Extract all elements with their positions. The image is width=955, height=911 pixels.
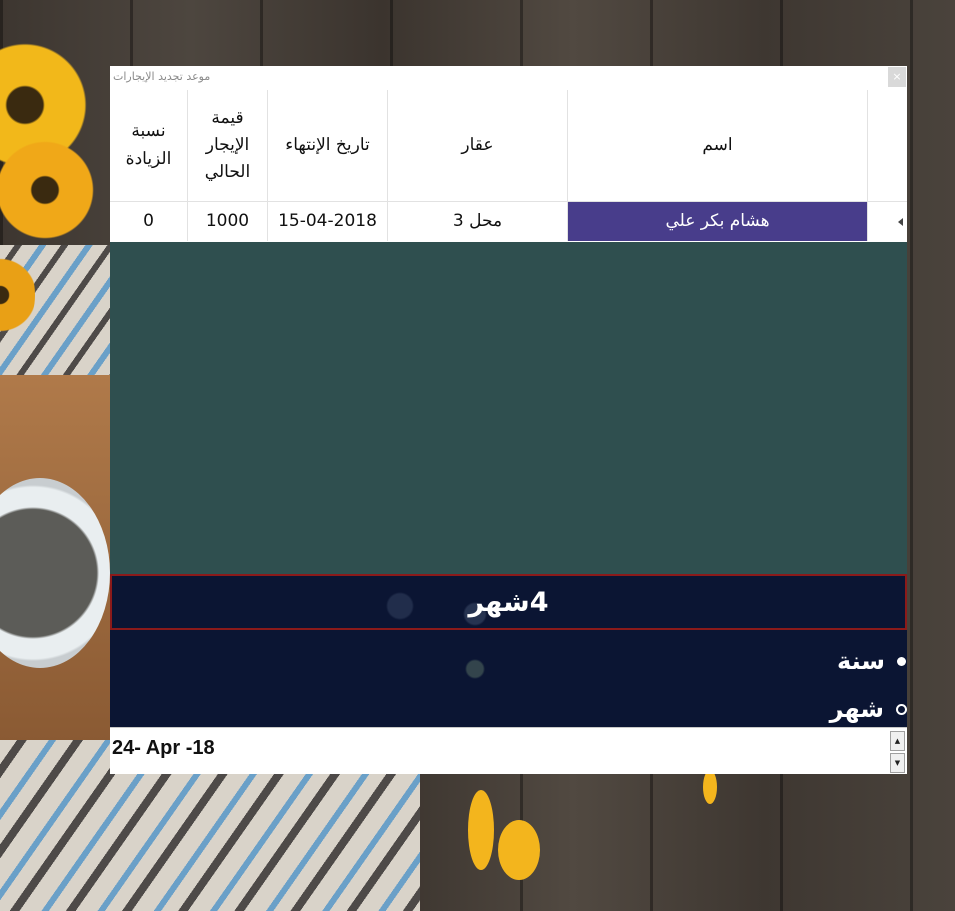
column-header-current-rent[interactable]: قيمة الإيجار الحالي xyxy=(188,90,268,202)
cell-current-rent[interactable]: 1000 xyxy=(188,202,268,241)
background-flower xyxy=(0,130,100,250)
date-value[interactable]: 24- Apr -18 xyxy=(112,737,215,760)
radio-unchecked-icon[interactable] xyxy=(896,703,907,715)
option-month[interactable]: شهر xyxy=(830,694,907,724)
column-header-property[interactable]: عقار xyxy=(388,90,568,202)
grid-empty-area xyxy=(110,242,907,574)
row-header-current[interactable] xyxy=(868,202,907,241)
period-unit: شهر xyxy=(468,586,530,618)
background-petal xyxy=(468,790,494,870)
column-header-increase-rate[interactable]: نسبة الزيادة xyxy=(110,90,188,202)
date-picker[interactable]: 24- Apr -18 ▲ ▼ xyxy=(110,727,907,774)
leases-grid: نسبة الزيادة قيمة الإيجار الحالي تاريخ ا… xyxy=(110,90,907,242)
column-header-name[interactable]: اسم xyxy=(568,90,868,202)
current-row-arrow-icon xyxy=(898,217,903,226)
date-spinner[interactable]: ▲ ▼ xyxy=(890,731,905,773)
arrow-up-icon: ▲ xyxy=(894,737,901,745)
row-header-corner xyxy=(868,90,907,202)
title-bar: موعد تجديد الإيجارات × xyxy=(110,66,907,90)
window-title: موعد تجديد الإيجارات xyxy=(113,70,211,83)
option-month-label: شهر xyxy=(829,695,884,723)
option-year[interactable]: سنة xyxy=(837,646,907,676)
lease-renewal-window: موعد تجديد الإيجارات × نسبة الزيادة قيمة… xyxy=(110,66,907,774)
period-display: شهر 4 xyxy=(110,574,907,630)
renewal-options-panel: شهر 4 سنة شهر xyxy=(110,574,907,727)
cell-name-selected[interactable]: هشام بكر علي xyxy=(568,202,868,241)
arrow-down-icon: ▼ xyxy=(894,759,901,767)
option-year-label: سنة xyxy=(837,647,885,675)
background-petal xyxy=(498,820,540,880)
close-button[interactable]: × xyxy=(888,67,906,87)
cell-property[interactable]: محل 3 xyxy=(388,202,568,241)
spin-down-button[interactable]: ▼ xyxy=(890,753,905,773)
radio-checked-icon[interactable] xyxy=(897,656,906,666)
period-value: 4 xyxy=(529,586,549,618)
background-petal xyxy=(703,770,717,804)
spin-up-button[interactable]: ▲ xyxy=(890,731,905,751)
column-header-end-date[interactable]: تاريخ الإنتهاء xyxy=(268,90,388,202)
grid-header: نسبة الزيادة قيمة الإيجار الحالي تاريخ ا… xyxy=(110,90,907,202)
cell-increase-rate[interactable]: 0 xyxy=(110,202,188,241)
cell-end-date[interactable]: 15-04-2018 xyxy=(268,202,388,241)
